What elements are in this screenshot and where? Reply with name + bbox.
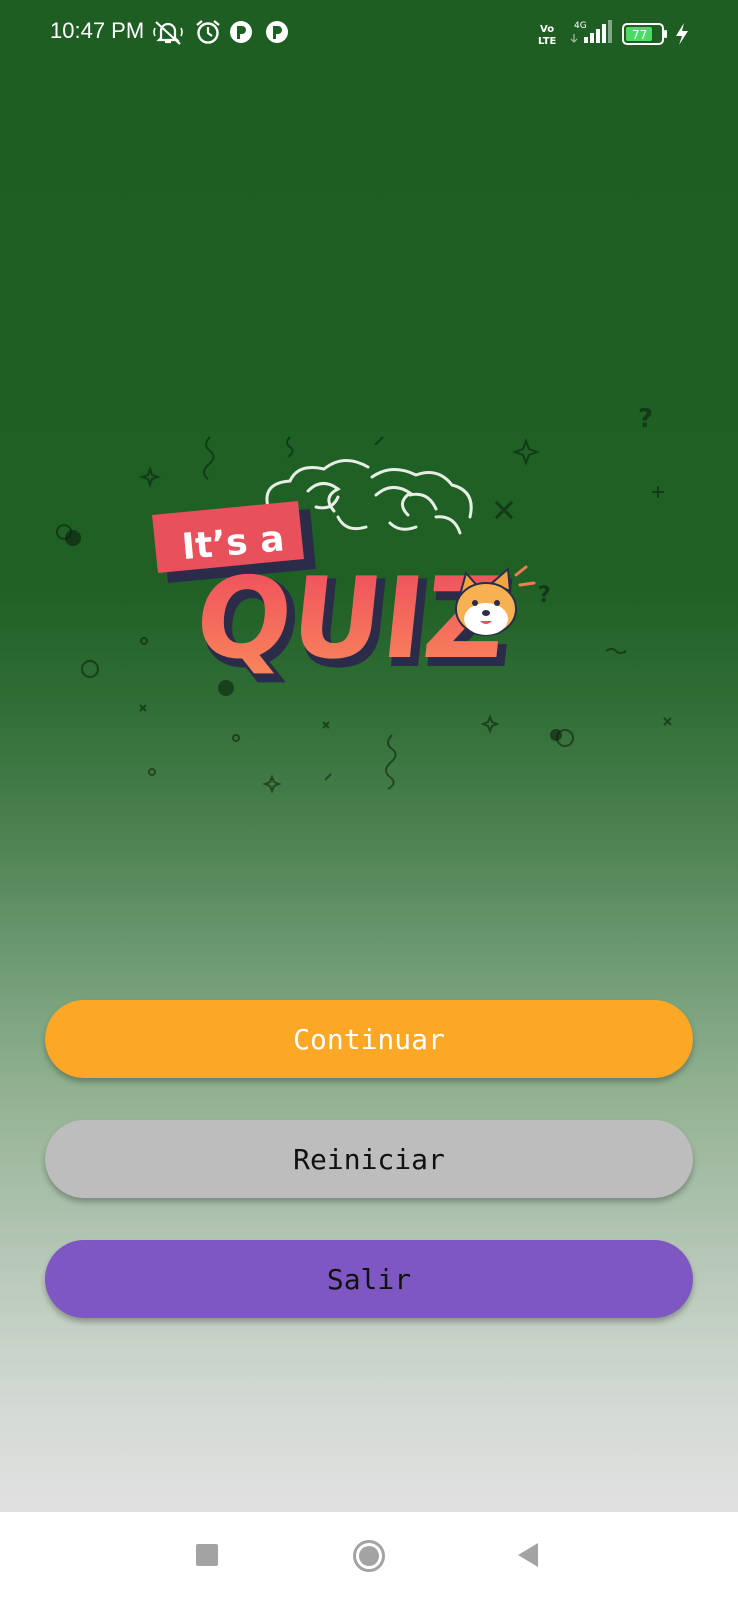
back-triangle-icon[interactable] <box>516 1542 540 1568</box>
decorative-dot <box>65 530 81 546</box>
recents-square-icon[interactable] <box>195 1543 219 1567</box>
svg-text:LTE: LTE <box>538 36 557 47</box>
status-bar: 10:47 PM Vo LTE 4G 77 <box>0 0 738 68</box>
home-circle-icon[interactable] <box>352 1539 386 1573</box>
quiz-home-screen: 10:47 PM Vo LTE 4G 77 ? ? It’s a QUIZ QU… <box>0 0 738 1512</box>
decorative-question-mark: ? <box>638 404 653 434</box>
decorative-question-mark: ? <box>538 583 551 608</box>
navigation-bar <box>0 1512 738 1600</box>
app-notification-icon <box>230 21 252 43</box>
status-time: 10:47 PM <box>50 18 145 43</box>
mute-icon <box>153 21 183 45</box>
svg-text:77: 77 <box>632 28 647 42</box>
decorative-dot <box>550 729 562 741</box>
restart-button[interactable]: Reiniciar <box>45 1120 693 1198</box>
svg-text:4G: 4G <box>574 21 587 31</box>
alarm-icon <box>196 20 220 44</box>
app-notification-icon <box>266 21 288 43</box>
signal-icon: 4G <box>570 20 612 43</box>
svg-text:Vo: Vo <box>540 24 554 35</box>
volte-icon: Vo LTE <box>538 24 557 47</box>
continue-button[interactable]: Continuar <box>45 1000 693 1078</box>
exit-button[interactable]: Salir <box>45 1240 693 1318</box>
battery-icon: 77 <box>622 23 667 45</box>
quiz-logo: ? ? It’s a QUIZ QUIZ <box>40 395 700 815</box>
quiz-logo-illustration: ? ? It’s a QUIZ QUIZ <box>56 404 672 794</box>
charging-icon <box>676 23 688 45</box>
